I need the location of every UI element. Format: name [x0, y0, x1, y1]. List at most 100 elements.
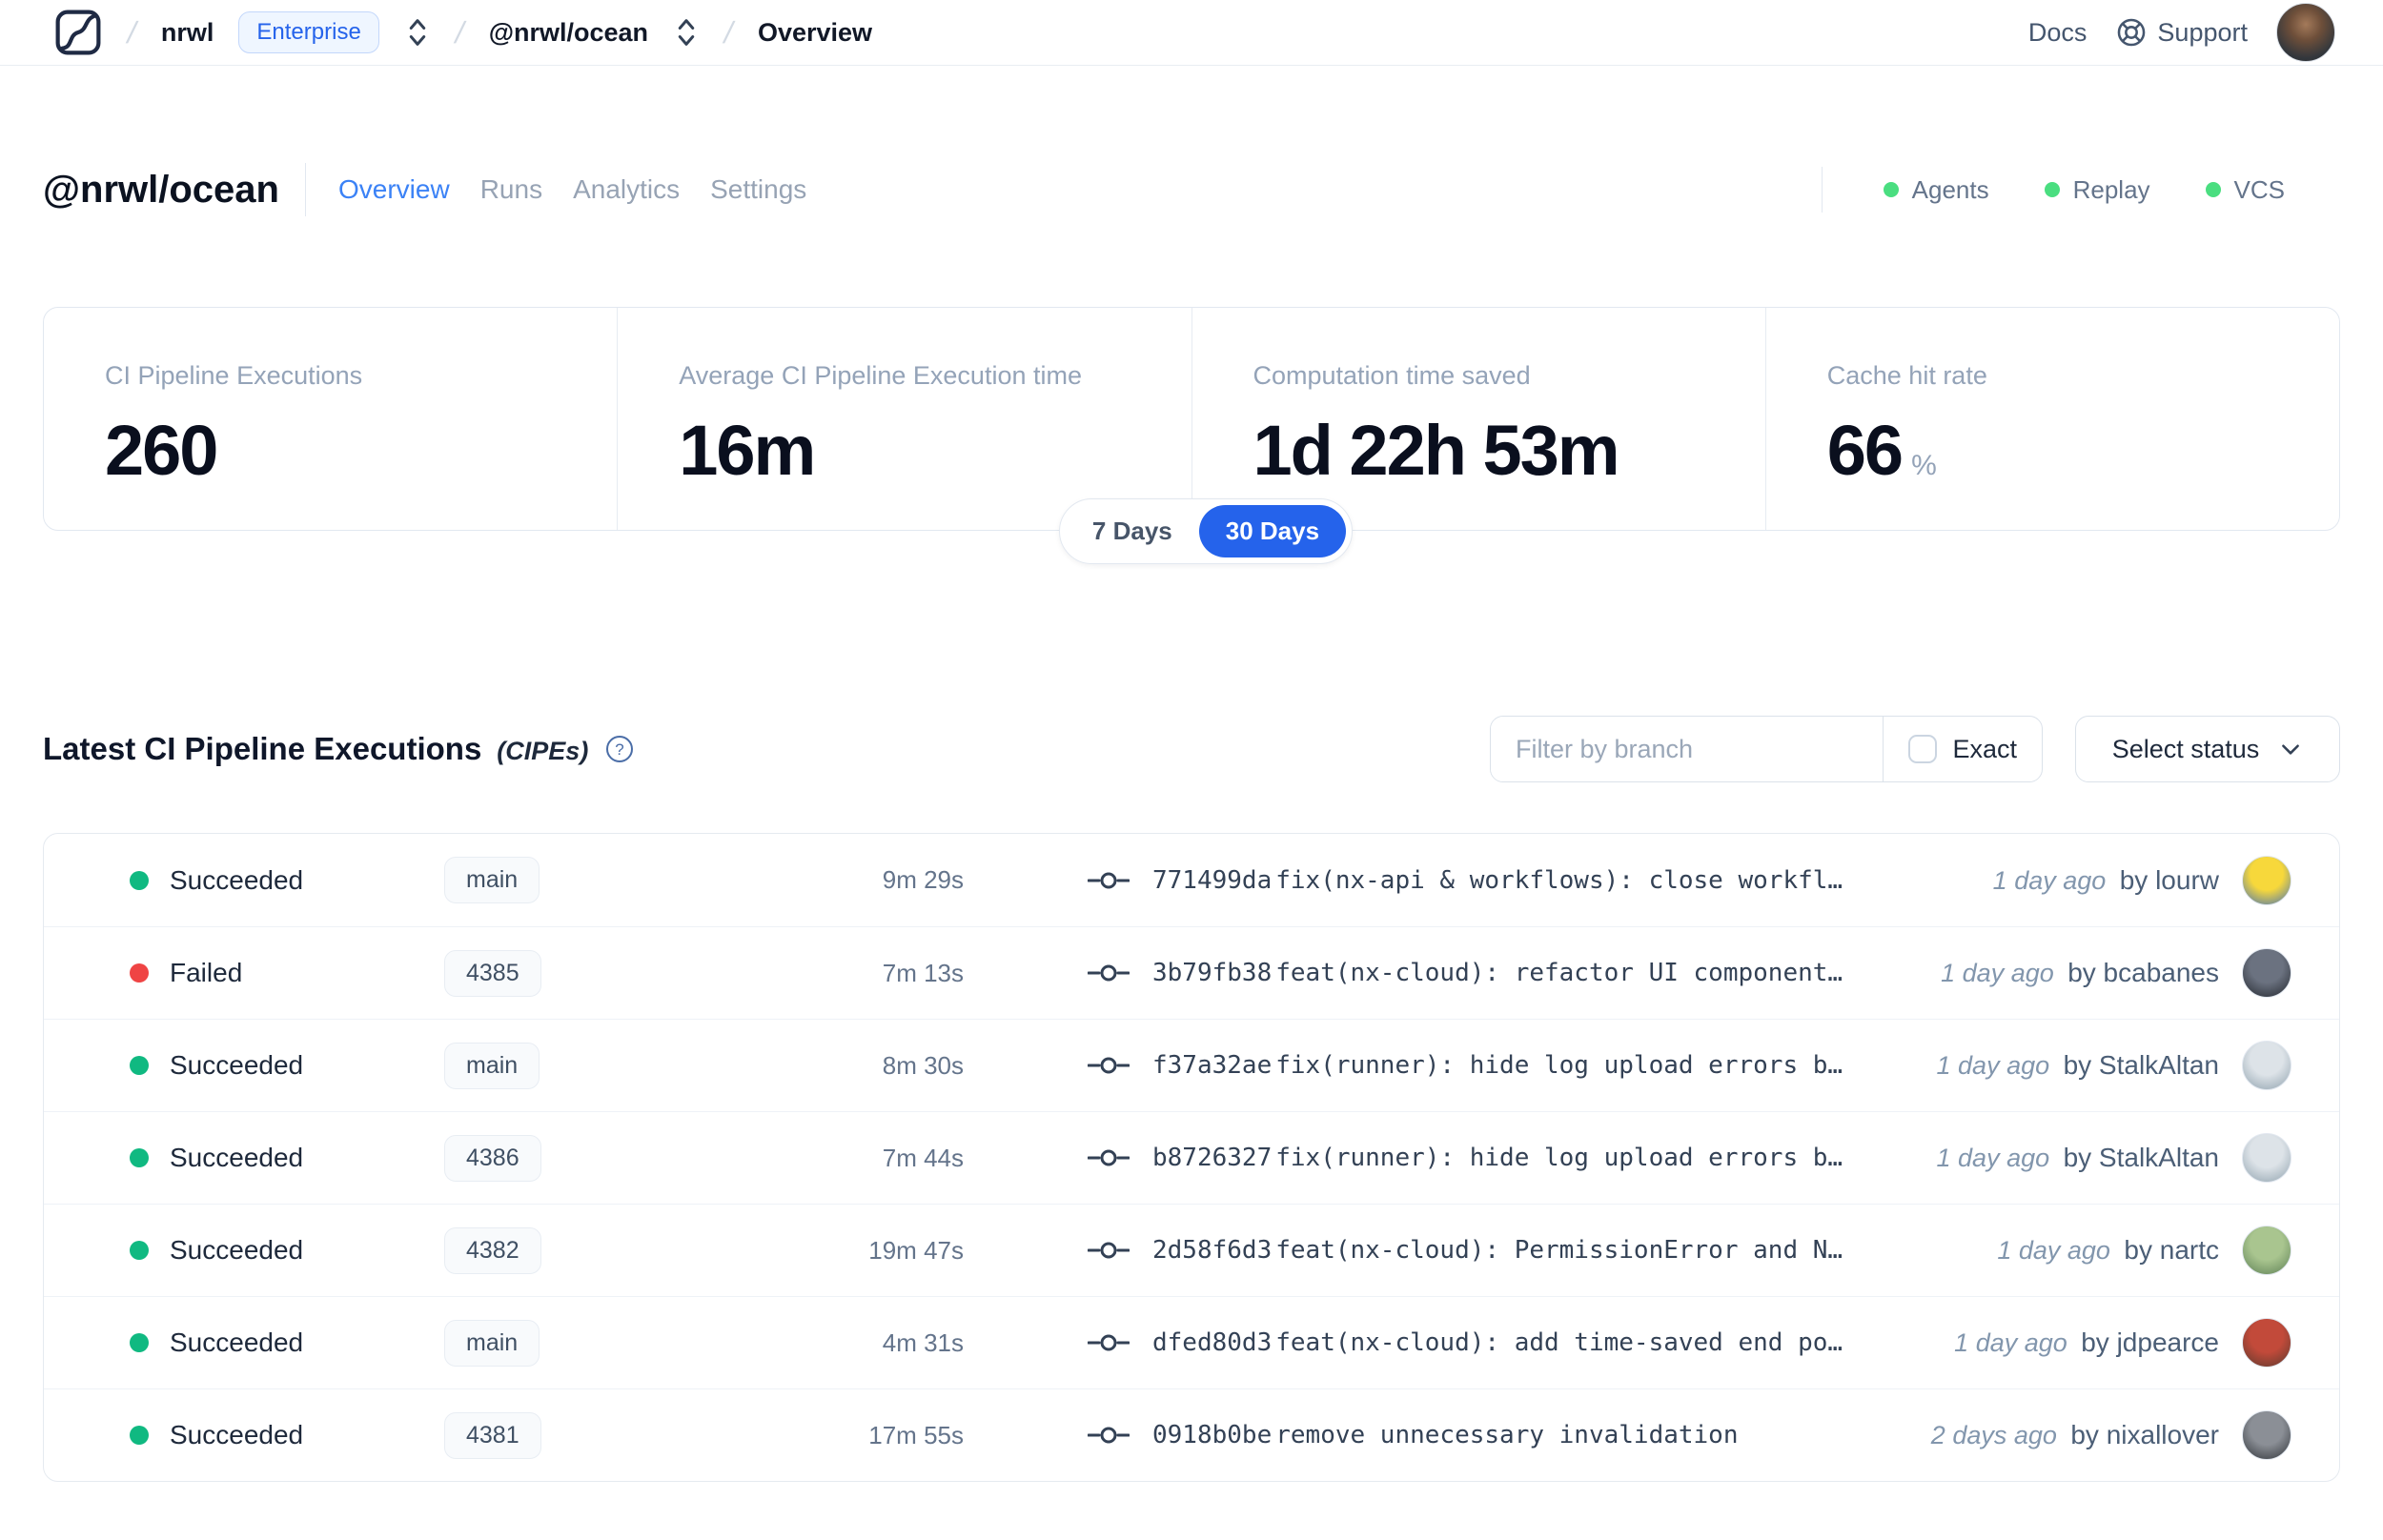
docs-link[interactable]: Docs — [2028, 18, 2088, 48]
breadcrumb-org[interactable]: nrwl — [161, 18, 214, 48]
avatar[interactable] — [2242, 1226, 2291, 1275]
status-label: Succeeded — [170, 1420, 304, 1449]
branch-badge[interactable]: 4385 — [444, 949, 541, 997]
help-icon[interactable]: ? — [605, 735, 634, 763]
avatar[interactable] — [2242, 948, 2291, 998]
exact-checkbox[interactable] — [1908, 735, 1938, 763]
tab-settings[interactable]: Settings — [710, 174, 806, 205]
avatar[interactable] — [2242, 855, 2291, 905]
indicator-agents[interactable]: Agents — [1883, 175, 1989, 205]
range-7-days-button[interactable]: 7 Days — [1066, 505, 1199, 557]
git-commit-icon — [1088, 1149, 1130, 1166]
support-link[interactable]: Support — [2115, 16, 2248, 49]
commit-message[interactable]: 771499da fix(nx-api & workflows): close w… — [1152, 866, 1843, 895]
workspace-tabs: Overview Runs Analytics Settings — [338, 174, 806, 205]
status-label: Failed — [170, 958, 243, 987]
avatar[interactable] — [2242, 1133, 2291, 1183]
cipe-table-body: Succeeded main 9m 29s 771499da fix(nx-api… — [43, 833, 2340, 1482]
branch-badge[interactable]: 4381 — [444, 1411, 541, 1459]
author-label: by nixallover — [2070, 1420, 2219, 1449]
time-ago-label: 1 day ago — [1941, 959, 2054, 987]
branch-badge[interactable]: 4386 — [444, 1134, 541, 1182]
status-label: Succeeded — [170, 1050, 304, 1080]
commit-message[interactable]: f37a32ae fix(runner): hide log upload err… — [1152, 1051, 1843, 1080]
status-dot-icon — [130, 1056, 149, 1075]
status-cell: Succeeded — [130, 1143, 444, 1173]
commit-message[interactable]: 3b79fb38 feat(nx-cloud): refactor UI comp… — [1152, 959, 1843, 987]
range-30-days-button[interactable]: 30 Days — [1198, 505, 1347, 557]
status-indicators: Agents Replay VCS — [1883, 175, 2340, 205]
user-avatar[interactable] — [2276, 3, 2335, 62]
stat-cache-hit-rate: Cache hit rate 66% — [1766, 308, 2339, 530]
status-dot-icon — [130, 1241, 149, 1260]
avatar[interactable] — [2242, 1318, 2291, 1368]
stat-ci-pipeline-executions: CI Pipeline Executions 260 — [44, 308, 619, 530]
breadcrumb-workspace[interactable]: @nrwl/ocean — [489, 18, 648, 48]
divider — [305, 163, 306, 216]
table-row[interactable]: Succeeded main 8m 30s f37a32ae fix(runner… — [44, 1019, 2339, 1111]
exact-match-toggle[interactable]: Exact — [1884, 717, 2042, 781]
commit-message[interactable]: b8726327 fix(runner): hide log upload err… — [1152, 1144, 1843, 1172]
table-row[interactable]: Succeeded main 4m 31s dfed80d3 feat(nx-cl… — [44, 1296, 2339, 1388]
status-dot-icon — [130, 963, 149, 983]
status-cell: Failed — [130, 958, 444, 988]
branch-badge[interactable]: 4382 — [444, 1226, 541, 1274]
avatar[interactable] — [2242, 1041, 2291, 1090]
branch-cell: 4382 — [444, 1226, 702, 1274]
status-cell: Succeeded — [130, 1327, 444, 1358]
stat-value: 260 — [105, 411, 218, 490]
branch-badge[interactable]: main — [444, 857, 540, 903]
time-ago-label: 1 day ago — [1936, 1144, 2050, 1172]
chevron-down-icon — [2282, 744, 2300, 755]
green-dot-icon — [2044, 182, 2060, 197]
org-selector-chevrons-icon[interactable] — [404, 15, 431, 50]
duration-label: 19m 47s — [868, 1235, 964, 1265]
table-row[interactable]: Succeeded 4381 17m 55s 0918b0be remove un… — [44, 1388, 2339, 1481]
commit-message[interactable]: dfed80d3 feat(nx-cloud): add time-saved e… — [1152, 1328, 1843, 1357]
lifebuoy-icon — [2118, 18, 2146, 47]
commit-cell: 2d58f6d3 feat(nx-cloud): PermissionError … — [1088, 1236, 1997, 1265]
branch-filter-input[interactable] — [1491, 717, 1884, 781]
commit-cell: 0918b0be remove unnecessary invalidation — [1088, 1421, 1931, 1449]
breadcrumb-page: Overview — [757, 17, 873, 47]
commit-message[interactable]: 0918b0be remove unnecessary invalidation — [1152, 1421, 1739, 1449]
exact-label: Exact — [1952, 734, 2017, 763]
workspace-header: @nrwl/ocean Overview Runs Analytics Sett… — [0, 66, 2383, 223]
branch-badge[interactable]: main — [444, 1319, 540, 1367]
status-label: Succeeded — [170, 1327, 304, 1357]
stat-label: CI Pipeline Executions — [105, 361, 363, 390]
tab-runs[interactable]: Runs — [480, 174, 542, 205]
indicator-replay[interactable]: Replay — [2044, 175, 2150, 205]
git-commit-icon — [1088, 1057, 1130, 1074]
time-ago-label: 2 days ago — [1930, 1421, 2057, 1449]
branch-badge[interactable]: main — [444, 1042, 540, 1089]
top-navbar: / nrwl Enterprise / @nrwl/ocean / Overvi… — [0, 0, 2383, 66]
select-status-dropdown[interactable]: Select status — [2075, 716, 2340, 782]
time-ago-label: 1 day ago — [1992, 865, 2107, 895]
nx-cloud-logo-icon[interactable] — [53, 8, 103, 57]
workspace-selector-chevrons-icon[interactable] — [673, 15, 700, 50]
tab-analytics[interactable]: Analytics — [573, 174, 680, 205]
duration-label: 7m 44s — [882, 1143, 964, 1172]
avatar[interactable] — [2242, 1410, 2291, 1460]
author-label: by jdpearce — [2081, 1327, 2219, 1357]
breadcrumb-separator: / — [124, 14, 140, 50]
commit-cell: 3b79fb38 feat(nx-cloud): refactor UI comp… — [1088, 959, 1941, 987]
branch-cell: main — [444, 857, 702, 903]
green-dot-icon — [1883, 182, 1899, 197]
git-commit-icon — [1088, 872, 1130, 888]
meta-cell: 2 days ago by nixallover — [1931, 1420, 2242, 1450]
table-row[interactable]: Failed 4385 7m 13s 3b79fb38 feat(nx-cloud… — [44, 926, 2339, 1019]
table-row[interactable]: Succeeded 4386 7m 44s b8726327 fix(runner… — [44, 1111, 2339, 1204]
branch-cell: 4386 — [444, 1134, 702, 1182]
duration-label: 8m 30s — [882, 1050, 964, 1080]
table-row[interactable]: Succeeded main 9m 29s 771499da fix(nx-api… — [44, 834, 2339, 926]
indicator-vcs[interactable]: VCS — [2205, 175, 2285, 205]
table-row[interactable]: Succeeded 4382 19m 47s 2d58f6d3 feat(nx-c… — [44, 1204, 2339, 1296]
commit-message[interactable]: 2d58f6d3 feat(nx-cloud): PermissionError … — [1152, 1236, 1843, 1265]
branch-cell: 4385 — [444, 949, 702, 997]
time-ago-label: 1 day ago — [1936, 1051, 2050, 1080]
status-dot-icon — [130, 870, 149, 890]
tab-overview[interactable]: Overview — [338, 174, 450, 205]
stat-label: Computation time saved — [1253, 361, 1531, 390]
